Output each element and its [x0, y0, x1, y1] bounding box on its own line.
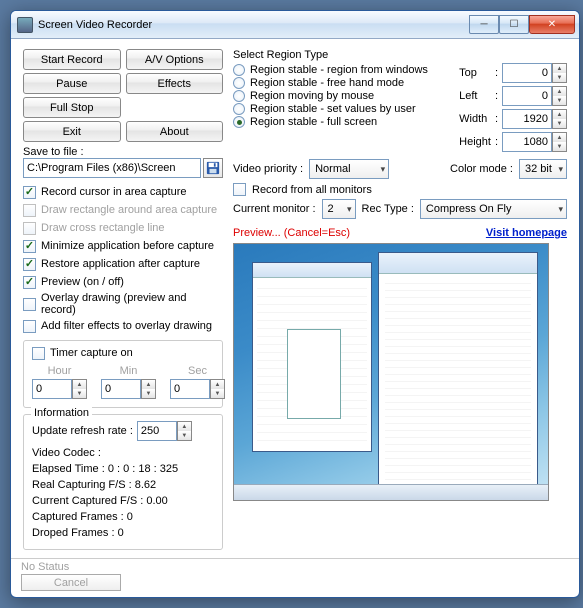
current-fps: Current Captured F/S : 0.00 [32, 493, 214, 509]
timer-sec-input[interactable]: 0 [170, 379, 210, 399]
full-stop-button[interactable]: Full Stop [23, 97, 121, 118]
cursor-checkbox[interactable] [23, 186, 36, 199]
restore-app-checkbox[interactable] [23, 258, 36, 271]
region-mouse-radio[interactable] [233, 90, 245, 102]
rectype-select[interactable]: Compress On Fly [420, 199, 567, 219]
floppy-icon [206, 161, 220, 175]
effects-button[interactable]: Effects [126, 73, 224, 94]
width-input[interactable]: 1920 [502, 109, 552, 129]
monitor-select[interactable]: 2 [322, 199, 356, 219]
save-path-input[interactable]: C:\Program Files (x86)\Screen [23, 158, 201, 178]
left-input[interactable]: 0 [502, 86, 552, 106]
min-spinner[interactable]: ▲▼ [141, 379, 156, 399]
draw-rect-checkbox [23, 204, 36, 217]
timer-group: Timer capture on Hour0▲▼ Min0▲▼ Sec0▲▼ [23, 340, 223, 408]
region-user-radio[interactable] [233, 103, 245, 115]
record-all-monitors-checkbox[interactable] [233, 183, 246, 196]
refresh-rate-input[interactable]: 250 [137, 421, 177, 441]
av-options-button[interactable]: A/V Options [126, 49, 224, 70]
real-fps: Real Capturing F/S : 8.62 [32, 477, 214, 493]
close-button[interactable]: ✕ [529, 15, 575, 34]
region-freehand-radio[interactable] [233, 77, 245, 89]
maximize-button[interactable]: ☐ [499, 15, 529, 34]
elapsed-time: Elapsed Time : 0 : 0 : 18 : 325 [32, 461, 214, 477]
region-fullscreen-radio[interactable] [233, 116, 245, 128]
draw-cross-checkbox [23, 222, 36, 235]
homepage-link[interactable]: Visit homepage [486, 227, 567, 239]
top-input[interactable]: 0 [502, 63, 552, 83]
overlay-checkbox[interactable] [23, 298, 36, 311]
timer-hour-input[interactable]: 0 [32, 379, 72, 399]
codec-label: Video Codec : [32, 445, 214, 461]
pause-button[interactable]: Pause [23, 73, 121, 94]
region-type-label: Select Region Type [233, 49, 451, 61]
about-button[interactable]: About [126, 121, 224, 142]
timer-checkbox[interactable] [32, 347, 45, 360]
status-bar: No Status Cancel [11, 558, 579, 597]
preview-label: Preview... (Cancel=Esc) [233, 227, 350, 239]
app-window: Screen Video Recorder ─ ☐ ✕ Start Record… [10, 10, 580, 598]
minimize-button[interactable]: ─ [469, 15, 499, 34]
preview-checkbox[interactable] [23, 276, 36, 289]
status-text: No Status [21, 561, 569, 573]
titlebar[interactable]: Screen Video Recorder ─ ☐ ✕ [11, 11, 579, 39]
height-input[interactable]: 1080 [502, 132, 552, 152]
browse-save-button[interactable] [203, 158, 223, 178]
refresh-spinner[interactable]: ▲▼ [177, 421, 192, 441]
timer-min-input[interactable]: 0 [101, 379, 141, 399]
cancel-button[interactable]: Cancel [21, 574, 121, 591]
hour-spinner[interactable]: ▲▼ [72, 379, 87, 399]
preview-area [233, 243, 549, 501]
priority-select[interactable]: Normal [309, 159, 389, 179]
filter-checkbox[interactable] [23, 320, 36, 333]
start-record-button[interactable]: Start Record [23, 49, 121, 70]
app-icon [17, 17, 33, 33]
window-title: Screen Video Recorder [38, 19, 469, 31]
region-windows-radio[interactable] [233, 64, 245, 76]
colormode-select[interactable]: 32 bit [519, 159, 567, 179]
captured-frames: Captured Frames : 0 [32, 509, 214, 525]
exit-button[interactable]: Exit [23, 121, 121, 142]
dropped-frames: Droped Frames : 0 [32, 525, 214, 541]
sec-spinner[interactable]: ▲▼ [210, 379, 225, 399]
save-label: Save to file : [23, 146, 223, 158]
min-app-checkbox[interactable] [23, 240, 36, 253]
info-group: Information Update refresh rate : 250▲▼ … [23, 414, 223, 550]
